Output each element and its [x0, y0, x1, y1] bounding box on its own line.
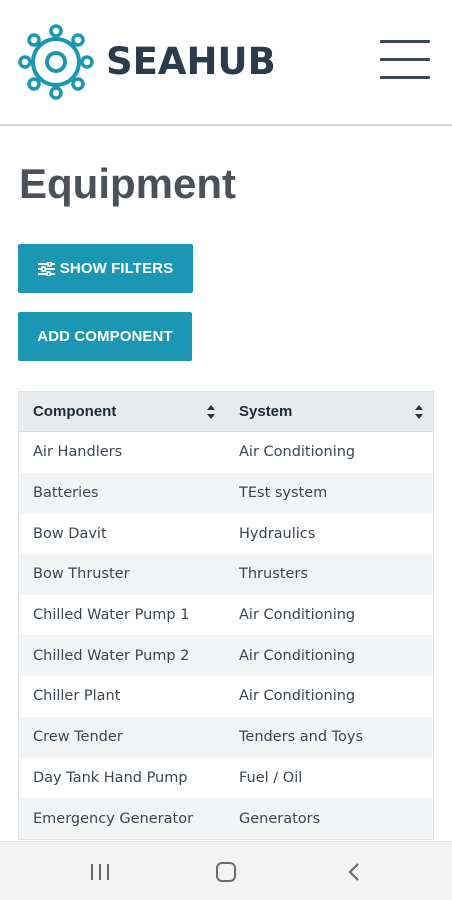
equipment-table: Component System Air Handlers Air Condit…	[18, 391, 434, 840]
add-component-button[interactable]: ADD COMPONENT	[18, 312, 192, 361]
system-cell: Hydraulics	[239, 525, 316, 542]
component-cell: Chilled Water Pump 2	[33, 647, 190, 664]
system-cell: Thrusters	[239, 566, 308, 583]
sort-icon[interactable]	[207, 404, 215, 419]
table-row[interactable]: Day Tank Hand Pump Fuel / Oil	[19, 757, 433, 799]
table-row[interactable]: Air Handlers Air Conditioning	[19, 432, 433, 473]
back-button[interactable]	[324, 842, 384, 900]
column-header-label: System	[239, 403, 293, 420]
system-cell: Air Conditioning	[239, 647, 356, 664]
component-cell: Crew Tender	[33, 729, 123, 746]
show-filters-label: SHOW FILTERS	[59, 260, 174, 277]
sliders-icon	[37, 261, 55, 276]
recent-apps-button[interactable]	[70, 842, 130, 900]
table-row[interactable]: Chilled Water Pump 1 Air Conditioning	[19, 594, 433, 636]
table-body: Air Handlers Air Conditioning Batteries …	[19, 432, 433, 839]
home-button[interactable]	[196, 842, 256, 900]
component-cell: Bow Davit	[33, 525, 107, 542]
system-cell: Air Conditioning	[239, 607, 356, 624]
home-icon	[216, 861, 236, 882]
sort-icon[interactable]	[415, 404, 423, 419]
component-cell: Bow Thruster	[33, 566, 130, 583]
table-row[interactable]: Batteries TEst system	[19, 472, 433, 514]
column-header-label: Component	[33, 403, 117, 420]
component-cell: Chiller Plant	[33, 688, 121, 705]
system-cell: Tenders and Toys	[239, 729, 364, 746]
recent-apps-icon	[91, 863, 109, 880]
add-component-label: ADD COMPONENT	[37, 328, 173, 345]
column-header-system[interactable]: System	[225, 392, 433, 432]
system-cell: TEst system	[239, 485, 328, 502]
table-header: Component System	[19, 392, 433, 432]
system-cell: Generators	[239, 810, 321, 827]
component-cell: Emergency Generator	[33, 810, 194, 827]
table-row[interactable]: Emergency Generator Generators	[19, 798, 433, 839]
show-filters-button[interactable]: SHOW FILTERS	[18, 244, 193, 293]
table-row[interactable]: Chiller Plant Air Conditioning	[19, 676, 433, 717]
table-row[interactable]: Crew Tender Tenders and Toys	[19, 716, 433, 758]
back-icon	[348, 862, 359, 881]
system-cell: Fuel / Oil	[239, 769, 303, 786]
app-header: SEAHUB	[0, 0, 452, 126]
helm-wheel-icon[interactable]	[18, 24, 94, 100]
component-cell: Chilled Water Pump 1	[33, 607, 190, 624]
hamburger-menu-icon[interactable]	[380, 40, 430, 82]
page-title: Equipment	[19, 160, 236, 207]
component-cell: Day Tank Hand Pump	[33, 769, 188, 786]
component-cell: Air Handlers	[33, 444, 123, 461]
column-header-component[interactable]: Component	[19, 392, 225, 432]
system-navigation-bar	[0, 841, 452, 900]
component-cell: Batteries	[33, 485, 99, 502]
table-row[interactable]: Bow Thruster Thrusters	[19, 554, 433, 595]
brand-name: SEAHUB	[106, 40, 276, 83]
table-row[interactable]: Chilled Water Pump 2 Air Conditioning	[19, 635, 433, 677]
system-cell: Air Conditioning	[239, 688, 356, 705]
system-cell: Air Conditioning	[239, 444, 356, 461]
table-row[interactable]: Bow Davit Hydraulics	[19, 513, 433, 555]
